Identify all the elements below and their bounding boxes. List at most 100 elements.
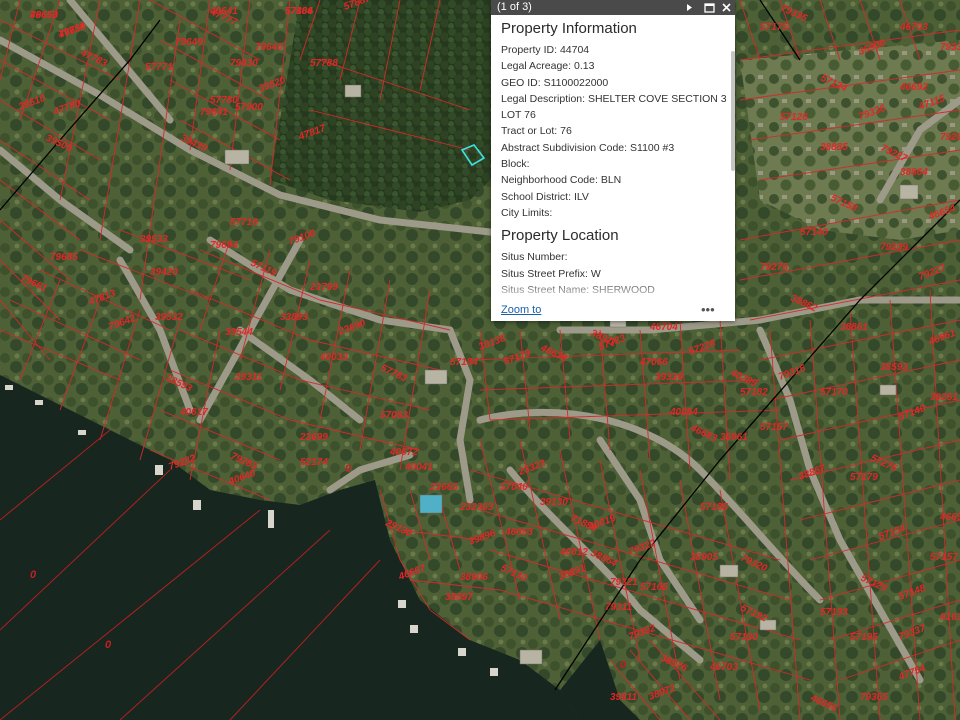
parcel-label: 46653 (504, 527, 533, 538)
water-parcel-label: 0 (105, 639, 112, 651)
parcel-label: 46653 (29, 10, 58, 21)
section-title: Property Information (501, 20, 637, 37)
parcel-label: 40054 (669, 407, 698, 418)
parcel-label: 38885 (820, 142, 848, 153)
parcel-label: 46703 (709, 662, 738, 673)
attribute-label: City Limits: (501, 206, 553, 219)
parcel-label: 38864 (900, 167, 928, 178)
parcel-label: 40617 (179, 407, 208, 418)
property-popup[interactable]: (1 of 3) Property Information Property I… (491, 0, 735, 321)
parcel-label: 23699 (299, 432, 328, 443)
attribute-label: Property ID: (501, 44, 558, 56)
parcel-label: 79209 (880, 242, 908, 253)
close-icon[interactable] (720, 1, 733, 14)
parcel-label: 79685 (50, 252, 78, 263)
next-icon[interactable] (683, 1, 696, 14)
parcel-label: 47066 (639, 357, 668, 368)
parcel-label: 79694 (210, 240, 238, 251)
attribute-label: GEO ID: (501, 76, 541, 89)
parcel-label: 29311 (234, 372, 263, 383)
parcel-label: 39811 (610, 692, 638, 703)
parcel-label: 57157 (930, 552, 958, 563)
section-title: Property Location (501, 227, 619, 245)
popup-header: (1 of 3) (491, 0, 735, 15)
parcel-label: 52174 (300, 457, 328, 468)
parcel-label: 23799 (309, 282, 338, 293)
attribute-value: 76 (560, 125, 572, 138)
parcel-label: 40641 (209, 6, 238, 17)
parcel-label: 81635 (940, 612, 960, 623)
attribute-label: Abstract Subdivision Code: (501, 141, 628, 154)
attribute-row: Property ID: 44704 (501, 42, 727, 58)
attribute-label: Legal Description: (501, 92, 586, 105)
parcel-label: 39544 (225, 327, 253, 338)
parcel-label: 57083 (380, 410, 408, 421)
attribute-value: S1100 #3 (630, 141, 675, 154)
parcel-label: 23665 (429, 482, 458, 493)
water-parcel-label: 0 (30, 569, 37, 581)
parcel-label: 57179 (850, 472, 878, 483)
parcel-label: 57040 (500, 482, 528, 493)
parcel-label: 57182 (740, 387, 768, 398)
parcel-label: 57165 (640, 582, 668, 593)
parcel-label: 57193 (820, 607, 848, 618)
attribute-row: Tract or Lot: 76 (501, 123, 727, 139)
parcel-label: 38897 (445, 592, 473, 603)
parcel-label: 79263 (940, 132, 960, 143)
parcel-label: 57771 (145, 62, 173, 73)
attribute-row: GEO ID: S1100022000 (501, 75, 727, 91)
attribute-row: Abstract Subdivision Code: S1100 #3 (501, 140, 727, 156)
parcel-label: 39420 (150, 267, 178, 278)
parcel-label: 38905 (690, 552, 718, 563)
parcel-label: 57170 (820, 387, 848, 398)
parcel-label: 57175 (760, 22, 788, 33)
attribute-label: Block: (501, 158, 530, 171)
section-property-information: Property Information Property ID: 44704 L… (501, 20, 727, 221)
maximize-icon[interactable] (703, 1, 716, 14)
parcel-label: 40672 (389, 447, 418, 458)
parcel-label: 46703 (899, 22, 928, 33)
attribute-value: W (590, 267, 601, 280)
parcel-label: 57184 (450, 357, 478, 368)
parcel-label: 57185 (700, 502, 728, 513)
attribute-value: ILV (573, 190, 589, 203)
parcel-label: 33893 (280, 312, 308, 323)
forest-area (270, 0, 520, 212)
attribute-label: Neighborhood Code: (501, 174, 598, 187)
parcel-label: 79276 (760, 262, 788, 273)
parcel-label: 79321 (610, 577, 638, 588)
water-parcel-label: 0 (345, 463, 352, 475)
parcel-label: 79339 (940, 42, 960, 53)
parcel-label: 232363 (459, 502, 494, 513)
popup-footer: Zoom to ••• (491, 302, 735, 321)
attribute-row: City Limits: (501, 205, 727, 221)
parcel-label: 57126 (780, 112, 808, 123)
parcel-label: 38906 (460, 572, 488, 583)
popup-content[interactable]: Property Information Property ID: 44704 L… (491, 15, 727, 302)
parcel-label: 38861 (840, 322, 868, 333)
popup-pager: (1 of 3) (497, 1, 532, 13)
scrollbar-thumb[interactable] (731, 51, 735, 171)
popup-scrollbar[interactable] (731, 15, 735, 302)
parcel-label: 40033 (319, 352, 348, 363)
parcel-label: 46704 (649, 322, 678, 333)
parcel-label: 57164 (285, 6, 313, 17)
attribute-label: School District: (501, 190, 572, 203)
parcel-label: 57157 (760, 422, 788, 433)
parcel-label: 57130 (730, 632, 758, 643)
attribute-row: Situs Number: (501, 249, 727, 265)
parcel-label: 39533 (140, 234, 168, 245)
parcel-label: 38961 (720, 432, 748, 443)
parcel-label: 79649 (175, 37, 203, 48)
parcel-label: 79311 (605, 602, 633, 613)
parcel-label: 79430 (230, 58, 258, 69)
attribute-label: Situs Number: (501, 251, 568, 264)
more-options-icon[interactable]: ••• (701, 302, 715, 317)
parcel-label: 39532 (155, 312, 183, 323)
aerial-map[interactable]: 796507963447777 57886 5788779649 7964047783… (0, 0, 960, 720)
parcel-label: 79641 (200, 107, 228, 118)
parcel-label: 38593 (880, 362, 908, 373)
zoom-to-link[interactable]: Zoom to (501, 304, 541, 316)
parcel-label: 46692 (899, 82, 928, 93)
attribute-value: 44704 (559, 44, 590, 56)
